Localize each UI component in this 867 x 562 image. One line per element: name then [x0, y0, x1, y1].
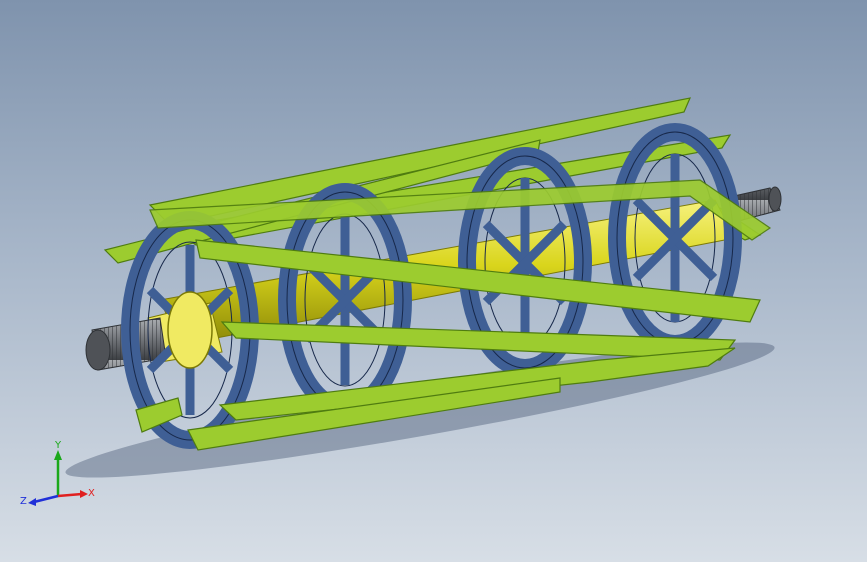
x-axis-label: X — [88, 488, 95, 499]
y-axis-label: Y — [54, 440, 62, 451]
right-thread-cap[interactable] — [768, 186, 782, 212]
graphics-viewport[interactable]: Y X Z — [0, 0, 867, 562]
x-axis-line — [57, 492, 83, 498]
z-axis-line — [33, 494, 59, 504]
x-axis-arrow — [80, 490, 88, 498]
left-thread-cap[interactable] — [85, 329, 111, 371]
z-axis-label: Z — [20, 496, 27, 507]
reel-model-view[interactable] — [0, 0, 867, 562]
orientation-triad[interactable]: Y X Z — [18, 436, 104, 522]
z-axis-arrow — [28, 498, 36, 506]
y-axis-arrow — [54, 450, 62, 460]
